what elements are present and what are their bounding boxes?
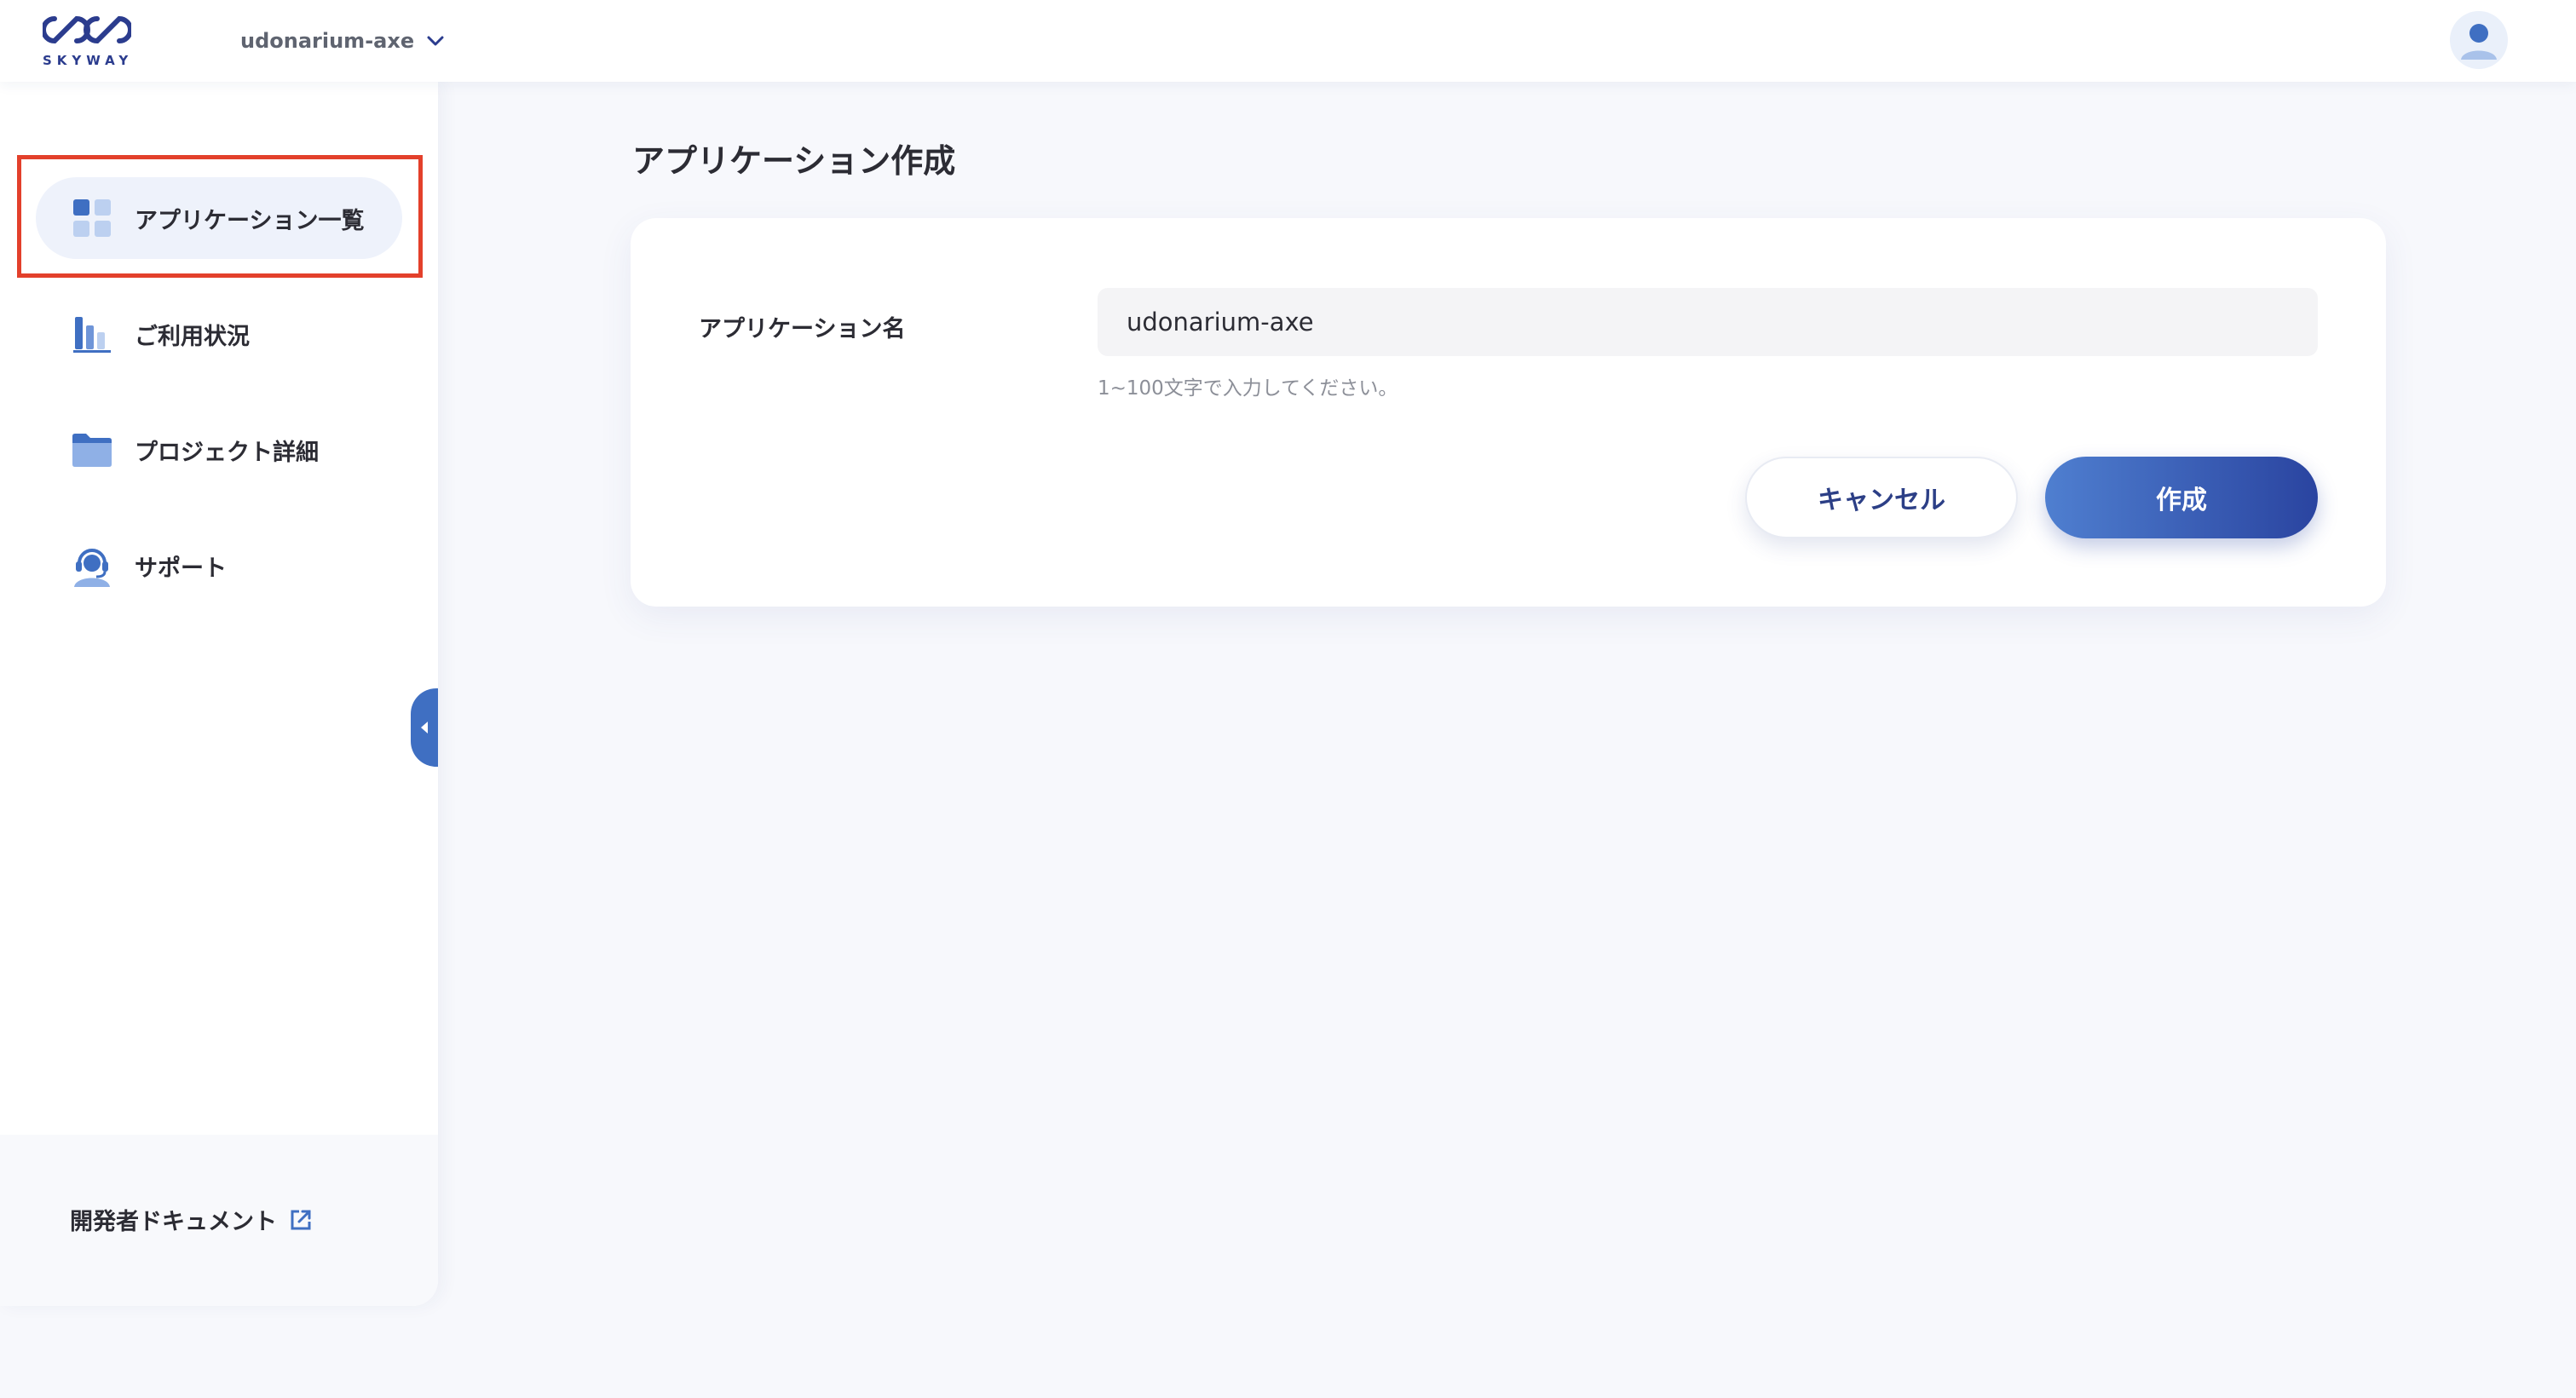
headset-icon bbox=[70, 544, 114, 588]
project-selector[interactable]: udonarium-axe bbox=[240, 24, 445, 58]
project-name: udonarium-axe bbox=[240, 29, 415, 53]
input-help-text: 1~100文字で入力してください。 bbox=[1098, 377, 1398, 400]
create-button[interactable]: 作成 bbox=[2045, 457, 2318, 538]
logo-text: SKYWAY bbox=[43, 53, 134, 68]
page-title: アプリケーション作成 bbox=[632, 142, 956, 180]
sidebar-item-usage[interactable]: ご利用状況 bbox=[36, 293, 402, 375]
developer-docs-link[interactable]: 開発者ドキュメント bbox=[70, 1203, 313, 1236]
sidebar: アプリケーション一覧 ご利用状況 プロジェクト詳細 サポート 開発者ドキュメント bbox=[0, 82, 438, 1306]
chevron-left-icon bbox=[421, 722, 428, 734]
top-header: SKYWAY udonarium-axe bbox=[0, 0, 2576, 82]
sidebar-item-applications[interactable]: アプリケーション一覧 bbox=[36, 177, 402, 259]
sidebar-item-label: サポート bbox=[135, 555, 227, 582]
user-avatar[interactable] bbox=[2449, 10, 2509, 70]
skyway-logo[interactable]: SKYWAY bbox=[43, 10, 134, 68]
app-root: SKYWAY udonarium-axe アプリケーション一覧 ご利用状況 プロ… bbox=[0, 0, 2576, 1398]
application-name-input[interactable] bbox=[1098, 288, 2318, 356]
sidebar-collapse-handle[interactable] bbox=[411, 688, 438, 767]
sidebar-item-label: プロジェクト詳細 bbox=[135, 439, 319, 466]
chevron-down-icon bbox=[427, 36, 444, 46]
user-avatar-icon bbox=[2450, 11, 2508, 69]
create-application-card: アプリケーション名 1~100文字で入力してください。 キャンセル 作成 bbox=[631, 218, 2386, 607]
cancel-button[interactable]: キャンセル bbox=[1745, 457, 2018, 538]
sidebar-item-support[interactable]: サポート bbox=[36, 525, 402, 607]
application-name-label: アプリケーション名 bbox=[699, 316, 906, 342]
sidebar-item-project-details[interactable]: プロジェクト詳細 bbox=[36, 409, 402, 491]
external-link-icon bbox=[291, 1210, 311, 1229]
developer-docs-label: 開発者ドキュメント bbox=[70, 1209, 277, 1235]
skyway-logo-icon bbox=[43, 15, 131, 44]
sidebar-item-label: アプリケーション一覧 bbox=[135, 207, 365, 234]
grid-icon bbox=[70, 196, 114, 240]
bar-chart-icon bbox=[70, 312, 114, 356]
sidebar-footer: 開発者ドキュメント bbox=[0, 1135, 438, 1306]
folder-icon bbox=[70, 428, 114, 472]
sidebar-item-label: ご利用状況 bbox=[135, 323, 250, 350]
